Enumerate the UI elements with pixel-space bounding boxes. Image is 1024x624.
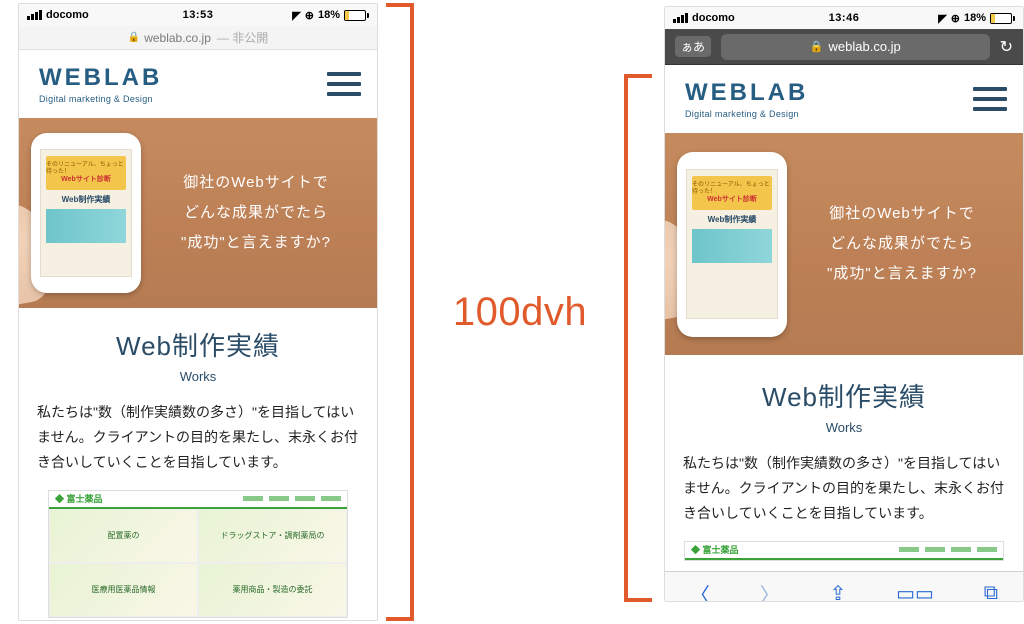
- address-domain: weblab.co.jp: [829, 39, 901, 54]
- logo-tagline: Digital marketing & Design: [39, 94, 162, 104]
- comparison-label: 100dvh: [420, 290, 620, 335]
- battery-pct: 18%: [318, 9, 340, 21]
- thumb-header: ◆ 富士薬品: [685, 542, 1003, 560]
- site-header: WEBLAB Digital marketing & Design: [665, 65, 1023, 133]
- thumb-cell: 薬用商品・製造の委託: [198, 563, 347, 617]
- signal-icon: [673, 13, 688, 23]
- logo-tagline: Digital marketing & Design: [685, 109, 808, 119]
- address-private: — 非公開: [217, 29, 268, 46]
- carrier-label: docomo: [692, 12, 735, 24]
- mini-title: Web制作実績: [708, 214, 757, 225]
- alarm-icon: ⊕: [951, 12, 960, 25]
- safari-address-full: ぁあ 🔒 weblab.co.jp ↻: [665, 29, 1023, 65]
- screenshot-left: docomo 13:53 ◤ ⊕ 18% 🔒 weblab.co.jp — 非公…: [18, 3, 378, 621]
- logo-brand: WEBLAB: [39, 64, 162, 92]
- thumb-cell: 配置薬の: [49, 509, 198, 563]
- works-section: Web制作実績 Works 私たちは"数（制作実績数の多さ）"を目指してはいませ…: [19, 308, 377, 621]
- battery-pct: 18%: [964, 12, 986, 24]
- works-heading: Web制作実績: [683, 377, 1005, 414]
- thumb-cell: 医療用医薬品情報: [49, 563, 198, 617]
- ios-statusbar: docomo 13:53 ◤ ⊕ 18%: [19, 4, 377, 26]
- location-icon: ◤: [938, 12, 946, 25]
- share-button[interactable]: ⇪: [830, 581, 847, 602]
- address-bar[interactable]: 🔒 weblab.co.jp: [721, 34, 990, 60]
- back-button[interactable]: 〈: [690, 579, 710, 602]
- lock-icon: 🔒: [128, 32, 140, 43]
- alarm-icon: ⊕: [305, 9, 314, 22]
- screenshot-right: docomo 13:46 ◤ ⊕ 18% ぁあ 🔒 weblab.co.jp ↻…: [664, 6, 1024, 602]
- hero-section: そのリニューアル、ちょっと待った！ Webサイト診断 Web制作実績 御社のWe…: [19, 118, 377, 308]
- hamburger-icon[interactable]: [973, 87, 1007, 111]
- works-body: 私たちは"数（制作実績数の多さ）"を目指してはいません。クライアントの目的を果た…: [683, 451, 1005, 527]
- hero-section: そのリニューアル、ちょっと待った！ Webサイト診断 Web制作実績 御社のWe…: [665, 133, 1023, 355]
- hero-copy: 御社のWebサイトで どんな成果がでたら "成功"と言えますか?: [797, 199, 1007, 289]
- signal-icon: [27, 10, 42, 20]
- safari-toolbar: 〈 〉 ⇪ ▭▭ ⧉: [665, 571, 1023, 602]
- hero-phone-mockup: そのリニューアル、ちょっと待った！ Webサイト診断 Web制作実績: [677, 152, 787, 337]
- hero-line1: 御社のWebサイトで: [797, 199, 1007, 229]
- tabs-button[interactable]: ⧉: [984, 582, 998, 602]
- mini-banner: そのリニューアル、ちょっと待った！ Webサイト診断: [46, 156, 126, 190]
- works-section: Web制作実績 Works 私たちは"数（制作実績数の多さ）"を目指してはいませ…: [665, 355, 1023, 571]
- works-thumbnail[interactable]: ◆ 富士薬品: [684, 541, 1004, 561]
- works-thumbnail[interactable]: ◆ 富士薬品 配置薬の ドラッグストア・調剤薬局の 医療用医薬品情報 薬用商品・…: [48, 490, 348, 618]
- location-icon: ◤: [292, 9, 300, 22]
- mini-banner: そのリニューアル、ちょっと待った！ Webサイト診断: [692, 176, 772, 210]
- thumb-header: ◆ 富士薬品: [49, 491, 347, 509]
- battery-icon: [990, 13, 1015, 24]
- hero-line1: 御社のWebサイトで: [151, 168, 361, 198]
- works-sub: Works: [37, 369, 359, 384]
- safari-address-compact[interactable]: 🔒 weblab.co.jp — 非公開: [19, 26, 377, 50]
- hero-line2: どんな成果がでたら: [797, 229, 1007, 259]
- forward-button[interactable]: 〉: [760, 579, 780, 602]
- hero-line3: "成功"と言えますか?: [797, 259, 1007, 289]
- status-time: 13:46: [783, 12, 905, 24]
- hero-line3: "成功"と言えますか?: [151, 228, 361, 258]
- hero-copy: 御社のWebサイトで どんな成果がでたら "成功"と言えますか?: [151, 168, 361, 258]
- bracket-right: [624, 74, 652, 602]
- mini-art: [46, 209, 126, 243]
- hamburger-icon[interactable]: [327, 72, 361, 96]
- thumb-grid: 配置薬の ドラッグストア・調剤薬局の 医療用医薬品情報 薬用商品・製造の委託: [49, 509, 347, 617]
- thumb-logo: ◆ 富士薬品: [55, 492, 103, 505]
- thumb-cell: ドラッグストア・調剤薬局の: [198, 509, 347, 563]
- works-heading: Web制作実績: [37, 326, 359, 363]
- mini-title: Web制作実績: [62, 194, 111, 205]
- site-logo[interactable]: WEBLAB Digital marketing & Design: [39, 64, 162, 104]
- battery-icon: [344, 10, 369, 21]
- address-domain: weblab.co.jp: [144, 31, 211, 45]
- lock-icon: 🔒: [810, 40, 824, 53]
- thumb-logo: ◆ 富士薬品: [691, 543, 739, 556]
- mini-art: [692, 229, 772, 263]
- reload-icon[interactable]: ↻: [1000, 37, 1013, 57]
- ios-statusbar: docomo 13:46 ◤ ⊕ 18%: [665, 7, 1023, 29]
- hero-phone-mockup: そのリニューアル、ちょっと待った！ Webサイト診断 Web制作実績: [31, 133, 141, 293]
- hero-line2: どんな成果がでたら: [151, 198, 361, 228]
- bookmarks-button[interactable]: ▭▭: [896, 581, 934, 602]
- site-header: WEBLAB Digital marketing & Design: [19, 50, 377, 118]
- carrier-label: docomo: [46, 9, 89, 21]
- works-body: 私たちは"数（制作実績数の多さ）"を目指してはいません。クライアントの目的を果た…: [37, 400, 359, 476]
- works-sub: Works: [683, 420, 1005, 435]
- bracket-left: [386, 3, 414, 621]
- text-size-button[interactable]: ぁあ: [675, 36, 711, 57]
- site-logo[interactable]: WEBLAB Digital marketing & Design: [685, 79, 808, 119]
- logo-brand: WEBLAB: [685, 79, 808, 107]
- status-time: 13:53: [137, 9, 259, 21]
